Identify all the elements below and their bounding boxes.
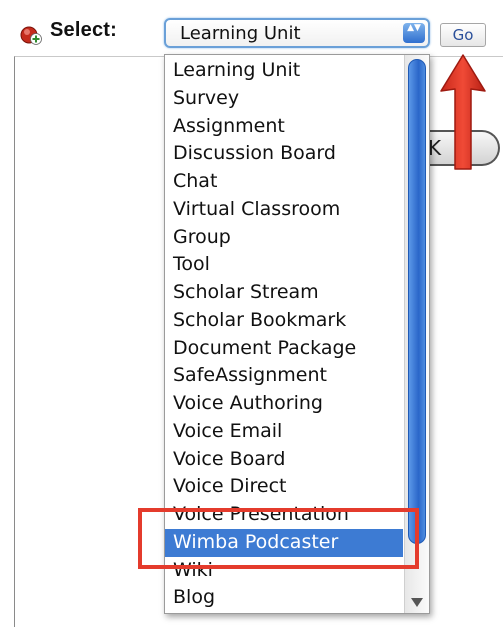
dropdown-option[interactable]: Learning Unit bbox=[165, 57, 403, 85]
dropdown-arrows-icon: ▲▼ bbox=[403, 23, 425, 43]
page: Select: Learning Unit ▲▼ Go K Blog Wiki Wi… bbox=[0, 0, 503, 627]
dropdown-option[interactable]: Voice Authoring bbox=[165, 390, 403, 418]
dropdown-option[interactable]: Group bbox=[165, 224, 403, 252]
dropdown-option[interactable]: Scholar Bookmark bbox=[165, 307, 403, 335]
dropdown-option[interactable]: Tool bbox=[165, 251, 403, 279]
dropdown-option[interactable]: Discussion Board bbox=[165, 140, 403, 168]
go-button[interactable]: Go bbox=[440, 23, 486, 47]
dropdown-option[interactable]: Assignment bbox=[165, 113, 403, 141]
select-label: Select: bbox=[50, 19, 117, 41]
dropdown-option[interactable]: Voice Direct bbox=[165, 473, 403, 501]
annotation-highlight-box bbox=[138, 508, 419, 569]
scrollbar-thumb[interactable] bbox=[408, 59, 426, 544]
add-content-icon bbox=[20, 26, 42, 45]
dropdown-option[interactable]: Chat bbox=[165, 168, 403, 196]
dropdown-option[interactable]: Voice Board bbox=[165, 446, 403, 474]
dropdown-option[interactable]: Voice Email bbox=[165, 418, 403, 446]
scroll-down-arrow-icon[interactable] bbox=[411, 598, 423, 607]
select-current-value: Learning Unit bbox=[180, 23, 301, 44]
dropdown-option[interactable]: Virtual Classroom bbox=[165, 196, 403, 224]
dropdown-option[interactable]: Blog bbox=[165, 584, 403, 612]
annotation-up-arrow-icon bbox=[440, 54, 486, 170]
dropdown-option[interactable]: SafeAssignment bbox=[165, 362, 403, 390]
dropdown-option[interactable]: Scholar Stream bbox=[165, 279, 403, 307]
toolbar: Select: Learning Unit ▲▼ Go bbox=[0, 0, 503, 56]
dropdown-option[interactable]: Document Package bbox=[165, 335, 403, 363]
content-type-select[interactable]: Learning Unit ▲▼ bbox=[164, 18, 430, 48]
dropdown-option[interactable]: Survey bbox=[165, 85, 403, 113]
